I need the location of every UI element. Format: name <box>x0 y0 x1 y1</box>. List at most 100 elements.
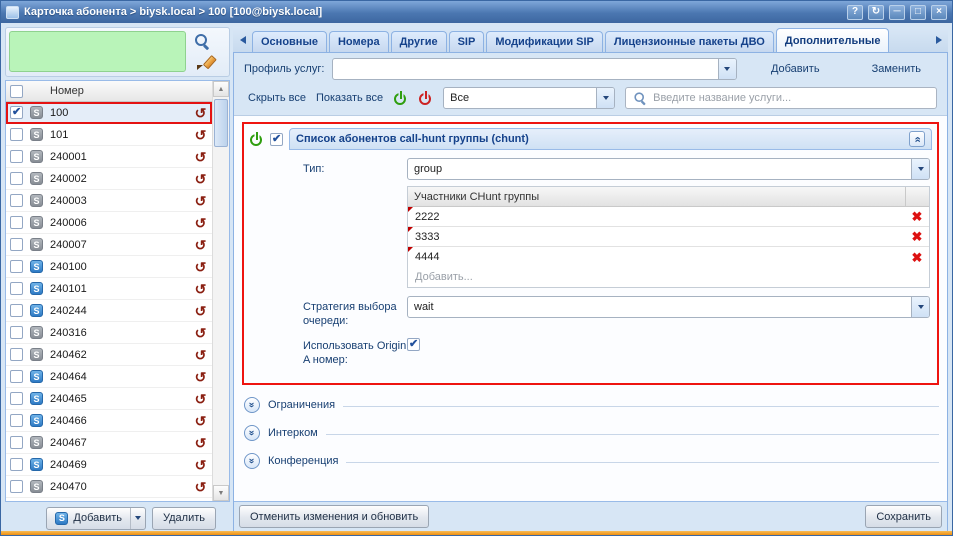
row-checkbox[interactable] <box>10 172 23 185</box>
tabs-scroll-right-icon[interactable] <box>931 30 946 50</box>
tab[interactable]: Модификации SIP <box>486 31 603 52</box>
table-row[interactable]: 240001 <box>6 146 212 168</box>
table-row[interactable]: 240244 <box>6 300 212 322</box>
delete-member-icon[interactable] <box>905 251 929 264</box>
list-scrollbar[interactable]: ▲ ▼ <box>212 81 229 501</box>
tab[interactable]: Номера <box>329 31 389 52</box>
hide-all-link[interactable]: Скрыть все <box>248 92 306 104</box>
row-checkbox[interactable] <box>10 480 23 493</box>
expand-section-icon[interactable] <box>244 425 260 441</box>
scroll-down-icon[interactable]: ▼ <box>213 485 229 501</box>
table-row[interactable]: 240101 <box>6 278 212 300</box>
service-profile-combobox[interactable] <box>332 58 737 80</box>
cancel-refresh-button[interactable]: Отменить изменения и обновить <box>239 505 429 528</box>
row-checkbox[interactable] <box>10 128 23 141</box>
minimize-icon[interactable]: ─ <box>889 5 905 20</box>
select-all-checkbox[interactable] <box>10 85 23 98</box>
table-row[interactable]: 240100 <box>6 256 212 278</box>
help-icon[interactable]: ? <box>847 5 863 20</box>
history-icon[interactable] <box>193 282 208 296</box>
history-icon[interactable] <box>193 348 208 362</box>
expand-section-icon[interactable] <box>244 397 260 413</box>
chunt-enabled-checkbox[interactable] <box>270 133 283 146</box>
type-combobox[interactable]: group <box>407 158 930 180</box>
power-on-icon[interactable] <box>393 91 408 106</box>
history-icon[interactable] <box>193 392 208 406</box>
add-subscriber-button[interactable]: Добавить <box>46 507 146 530</box>
tab[interactable]: Лицензионные пакеты ДВО <box>605 31 774 52</box>
delete-member-icon[interactable] <box>905 210 929 223</box>
edit-pencil-icon[interactable] <box>196 54 212 70</box>
history-icon[interactable] <box>193 480 208 494</box>
member-number[interactable]: 2222 <box>408 211 905 223</box>
row-checkbox[interactable] <box>10 216 23 229</box>
service-search-box[interactable] <box>625 87 937 109</box>
table-row[interactable]: 240464 <box>6 366 212 388</box>
history-icon[interactable] <box>193 370 208 384</box>
collapsed-section-label[interactable]: Конференция <box>268 455 338 467</box>
table-row[interactable] <box>6 498 212 501</box>
member-add-row[interactable]: Добавить... <box>408 267 929 287</box>
row-checkbox[interactable] <box>10 326 23 339</box>
subscriber-search-input[interactable] <box>9 31 186 72</box>
table-row[interactable]: 101 <box>6 124 212 146</box>
close-icon[interactable]: × <box>931 5 947 20</box>
table-row[interactable]: 240469 <box>6 454 212 476</box>
history-icon[interactable] <box>193 216 208 230</box>
table-row[interactable]: 240007 <box>6 234 212 256</box>
row-checkbox[interactable] <box>10 348 23 361</box>
strategy-combobox[interactable]: wait <box>407 296 930 318</box>
delete-subscriber-button[interactable]: Удалить <box>152 507 216 530</box>
refresh-icon[interactable]: ↻ <box>868 5 884 20</box>
table-row[interactable]: 240466 <box>6 410 212 432</box>
history-icon[interactable] <box>193 458 208 472</box>
history-icon[interactable] <box>193 304 208 318</box>
tab[interactable]: Другие <box>391 31 447 52</box>
row-checkbox[interactable] <box>10 370 23 383</box>
services-filter-combobox[interactable]: Все <box>443 87 615 109</box>
scrollbar-thumb[interactable] <box>214 99 228 147</box>
collapsed-section-label[interactable]: Интерком <box>268 427 318 439</box>
table-row[interactable]: 240465 <box>6 388 212 410</box>
history-icon[interactable] <box>193 128 208 142</box>
row-checkbox[interactable] <box>10 194 23 207</box>
row-checkbox[interactable] <box>10 106 23 119</box>
show-all-link[interactable]: Показать все <box>316 92 383 104</box>
collapsed-section-label[interactable]: Ограничения <box>268 399 335 411</box>
table-row[interactable]: 240470 <box>6 476 212 498</box>
table-row[interactable]: 240462 <box>6 344 212 366</box>
row-checkbox[interactable] <box>10 304 23 317</box>
chunt-section-header[interactable]: Список абонентов call-hunt группы (chunt… <box>289 128 932 150</box>
service-search-input[interactable] <box>653 92 930 104</box>
scroll-up-icon[interactable]: ▲ <box>213 81 229 97</box>
tab[interactable]: Основные <box>252 31 327 52</box>
table-row[interactable]: 240003 <box>6 190 212 212</box>
search-icon[interactable] <box>194 33 210 49</box>
row-checkbox[interactable] <box>10 458 23 471</box>
save-button[interactable]: Сохранить <box>865 505 942 528</box>
combo-dropdown-icon[interactable] <box>911 297 929 317</box>
combo-dropdown-icon[interactable] <box>596 88 614 108</box>
tab[interactable]: SIP <box>449 31 485 52</box>
delete-member-icon[interactable] <box>905 230 929 243</box>
expand-section-icon[interactable] <box>244 453 260 469</box>
row-checkbox[interactable] <box>10 392 23 405</box>
row-checkbox[interactable] <box>10 150 23 163</box>
row-checkbox[interactable] <box>10 238 23 251</box>
profile-replace-link[interactable]: Заменить <box>872 63 921 75</box>
scrollbar-track[interactable] <box>213 97 229 485</box>
service-enabled-icon[interactable] <box>249 132 264 147</box>
table-row[interactable]: 240006 <box>6 212 212 234</box>
profile-add-link[interactable]: Добавить <box>771 63 820 75</box>
table-row[interactable]: 240316 <box>6 322 212 344</box>
power-off-icon[interactable] <box>418 91 433 106</box>
history-icon[interactable] <box>193 260 208 274</box>
origin-checkbox[interactable] <box>407 338 420 351</box>
row-checkbox[interactable] <box>10 436 23 449</box>
row-checkbox[interactable] <box>10 414 23 427</box>
combo-dropdown-icon[interactable] <box>718 59 736 79</box>
table-row[interactable]: 240467 <box>6 432 212 454</box>
maximize-icon[interactable]: □ <box>910 5 926 20</box>
row-checkbox[interactable] <box>10 282 23 295</box>
history-icon[interactable] <box>193 194 208 208</box>
